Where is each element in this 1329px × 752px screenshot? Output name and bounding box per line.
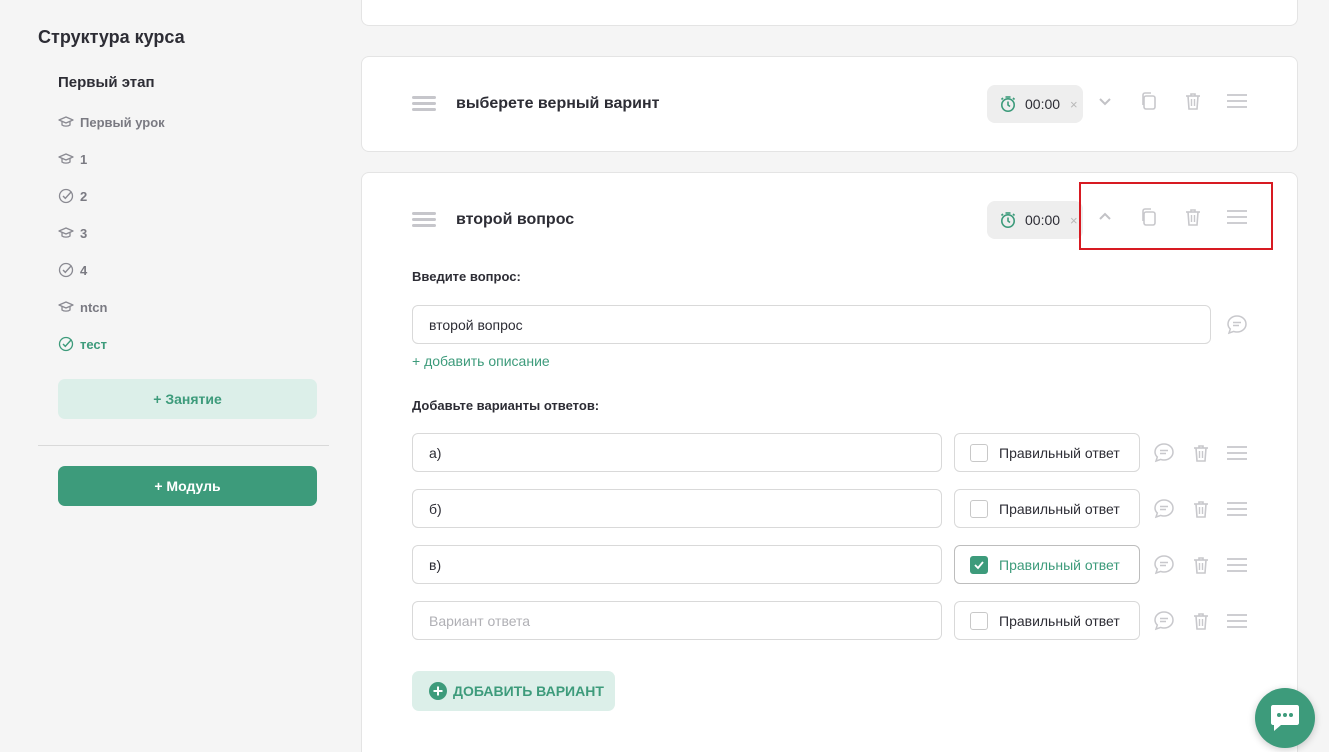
- graduation-cap-icon: [58, 301, 74, 312]
- sidebar-item-label: 3: [80, 225, 88, 241]
- answer-input[interactable]: б): [412, 489, 942, 528]
- check-circle-icon: [58, 262, 74, 278]
- drag-handle-icon[interactable]: [412, 212, 436, 228]
- checkbox[interactable]: [970, 611, 988, 630]
- correct-answer-toggle[interactable]: Правильный ответ: [954, 601, 1140, 640]
- trash-icon[interactable]: [1189, 441, 1213, 465]
- collapse-chevron-up-icon[interactable]: [1093, 205, 1117, 229]
- checkbox[interactable]: [970, 443, 988, 462]
- comment-icon[interactable]: [1152, 497, 1176, 521]
- sidebar-item-label: Первый урок: [80, 114, 165, 130]
- copy-icon[interactable]: [1137, 205, 1161, 229]
- sidebar-item-label: 4: [80, 262, 88, 278]
- menu-icon[interactable]: [1225, 609, 1249, 633]
- sidebar-item-4[interactable]: 4: [58, 260, 87, 280]
- menu-icon[interactable]: [1225, 441, 1249, 465]
- comment-icon[interactable]: [1152, 441, 1176, 465]
- comment-icon[interactable]: [1225, 313, 1249, 337]
- graduation-cap-icon: [58, 116, 74, 127]
- checkbox[interactable]: [970, 499, 988, 518]
- sidebar-item-test[interactable]: тест: [58, 334, 107, 354]
- check-circle-icon: [58, 336, 74, 352]
- menu-icon[interactable]: [1225, 497, 1249, 521]
- course-structure-sidebar: Структура курса Первый этап Первый урок …: [0, 0, 345, 752]
- menu-icon[interactable]: [1225, 89, 1249, 113]
- question-2-timer[interactable]: 00:00 ×: [987, 201, 1083, 239]
- stopwatch-icon: [1000, 212, 1016, 228]
- menu-icon[interactable]: [1225, 205, 1249, 229]
- trash-icon[interactable]: [1181, 89, 1205, 113]
- question-1-title[interactable]: выберете верный варинт: [456, 95, 659, 113]
- comment-icon[interactable]: [1152, 553, 1176, 577]
- checkbox-checked[interactable]: [970, 555, 988, 574]
- question-1-timer[interactable]: 00:00 ×: [987, 85, 1083, 123]
- timer-clear-icon[interactable]: ×: [1070, 97, 1078, 112]
- plus-circle-icon: [429, 682, 447, 700]
- add-variant-label: ДОБАВИТЬ ВАРИАНТ: [453, 683, 604, 699]
- chat-button[interactable]: [1255, 688, 1315, 748]
- sidebar-item-3[interactable]: 3: [58, 223, 87, 243]
- add-variant-button[interactable]: ДОБАВИТЬ ВАРИАНТ: [412, 671, 615, 711]
- graduation-cap-icon: [58, 153, 74, 164]
- trash-icon[interactable]: [1181, 205, 1205, 229]
- sidebar-item-label: 2: [80, 188, 88, 204]
- correct-answer-toggle[interactable]: Правильный ответ: [954, 433, 1140, 472]
- answer-input[interactable]: в): [412, 545, 942, 584]
- add-description-link[interactable]: + добавить описание: [412, 353, 550, 369]
- copy-icon[interactable]: [1137, 89, 1161, 113]
- sidebar-item-first-lesson[interactable]: Первый урок: [58, 112, 165, 132]
- timer-value: 00:00: [1025, 212, 1061, 228]
- timer-value: 00:00: [1025, 96, 1061, 112]
- previous-card: [361, 0, 1298, 26]
- add-module-button[interactable]: + Модуль: [58, 466, 317, 506]
- sidebar-item-ntcn[interactable]: ntcn: [58, 297, 107, 317]
- sidebar-item-1[interactable]: 1: [58, 149, 87, 169]
- drag-handle-icon[interactable]: [412, 96, 436, 112]
- trash-icon[interactable]: [1189, 553, 1213, 577]
- correct-answer-label: Правильный ответ: [999, 612, 1120, 629]
- correct-answer-label: Правильный ответ: [999, 500, 1120, 517]
- comment-icon[interactable]: [1152, 609, 1176, 633]
- answers-label: Добавьте варианты ответов:: [412, 398, 600, 413]
- expand-chevron-down-icon[interactable]: [1093, 89, 1117, 113]
- question-label: Введите вопрос:: [412, 269, 521, 284]
- sidebar-item-label: тест: [80, 336, 108, 352]
- sidebar-divider: [38, 445, 329, 446]
- sidebar-item-label: 1: [80, 151, 88, 167]
- correct-answer-toggle[interactable]: Правильный ответ: [954, 545, 1140, 584]
- trash-icon[interactable]: [1189, 497, 1213, 521]
- sidebar-item-label: ntcn: [80, 299, 108, 315]
- question-input[interactable]: второй вопрос: [412, 305, 1211, 344]
- answer-input[interactable]: а): [412, 433, 942, 472]
- menu-icon[interactable]: [1225, 553, 1249, 577]
- correct-answer-label: Правильный ответ: [999, 444, 1120, 461]
- chat-bubble-icon: [1271, 705, 1299, 731]
- stopwatch-icon: [1000, 96, 1016, 112]
- add-lesson-button[interactable]: + Занятие: [58, 379, 317, 419]
- correct-answer-toggle[interactable]: Правильный ответ: [954, 489, 1140, 528]
- sidebar-title: Структура курса: [38, 27, 185, 47]
- answer-input[interactable]: Вариант ответа: [412, 601, 942, 640]
- graduation-cap-icon: [58, 227, 74, 238]
- check-circle-icon: [58, 188, 74, 204]
- sidebar-item-2[interactable]: 2: [58, 186, 87, 206]
- trash-icon[interactable]: [1189, 609, 1213, 633]
- question-2-title[interactable]: второй вопрос: [456, 211, 574, 229]
- correct-answer-label: Правильный ответ: [999, 556, 1120, 573]
- stage-title[interactable]: Первый этап: [58, 74, 155, 91]
- timer-clear-icon[interactable]: ×: [1070, 213, 1078, 228]
- checkmark-icon: [974, 560, 984, 569]
